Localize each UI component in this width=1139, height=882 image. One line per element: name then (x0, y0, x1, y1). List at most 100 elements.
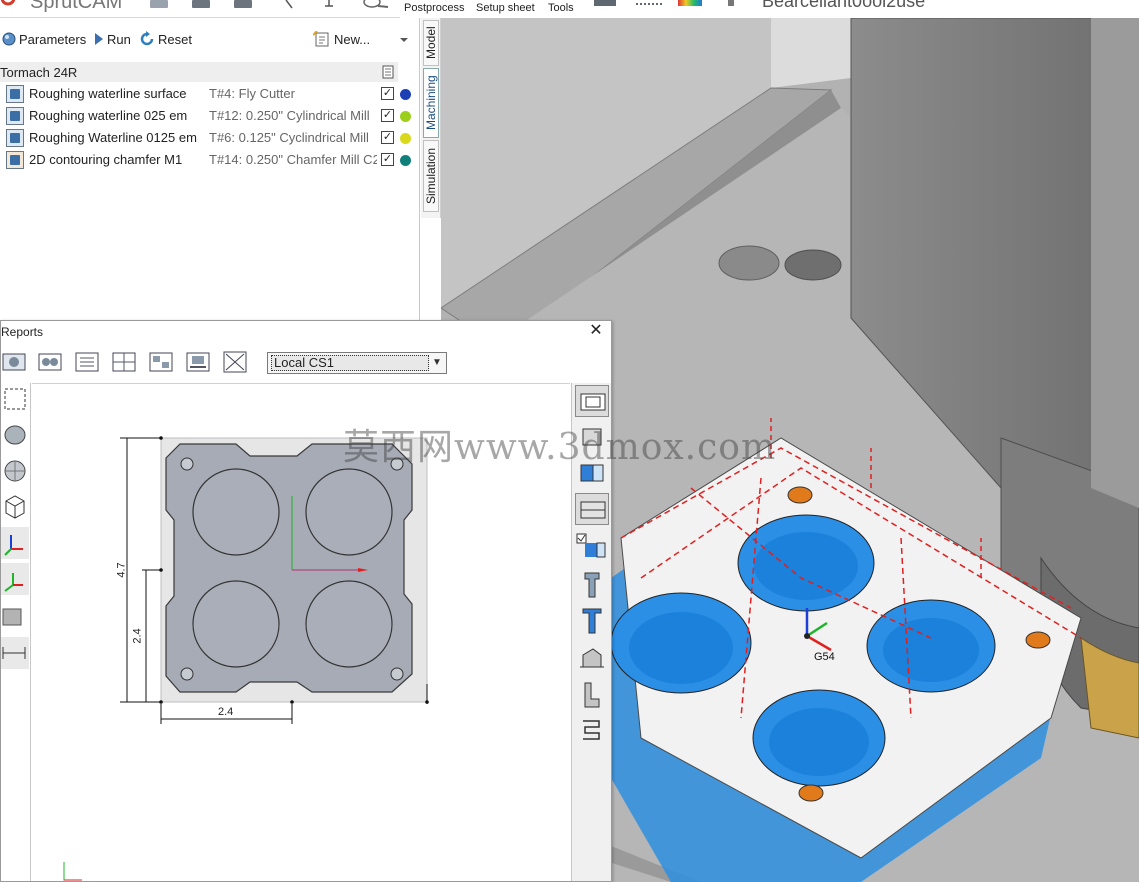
parameters-icon (2, 32, 16, 46)
report-tool-4[interactable] (111, 350, 137, 374)
operation-row[interactable]: 2D contouring chamfer M1 T#14: 0.250" Ch… (0, 149, 416, 171)
operation-color-dot[interactable] (400, 155, 411, 166)
magnify-tool-icon[interactable] (362, 0, 392, 12)
report-tool-3[interactable] (74, 350, 100, 374)
ribbon-icon-4[interactable] (594, 0, 616, 6)
tab-simulation[interactable]: Simulation (423, 140, 439, 212)
report-drawing-canvas[interactable]: 4.7 2.4 2.4 (32, 383, 570, 881)
view-axes-2d-button[interactable] (1, 563, 29, 595)
view-front-button[interactable] (575, 385, 609, 417)
reports-dialog: Reports ✕ Local CS1 ▼ 4.7 2.4 2.4 (0, 320, 612, 882)
right-view-icon (580, 464, 604, 482)
tool-holder-button[interactable] (575, 569, 609, 601)
operation-color-dot[interactable] (400, 111, 411, 122)
operation-row[interactable]: Roughing waterline surface T#4: Fly Cutt… (0, 83, 416, 105)
view-plane-button[interactable] (1, 601, 29, 633)
reset-button[interactable]: Reset (139, 30, 192, 48)
top-view-icon (582, 428, 602, 446)
chevron-down-icon[interactable] (399, 36, 409, 44)
tab-machining[interactable]: Machining (423, 68, 439, 138)
run-button[interactable]: Run (94, 30, 131, 48)
mill-tool-icon (582, 608, 602, 634)
report-tool-6[interactable] (185, 350, 211, 374)
close-button[interactable]: ✕ (587, 323, 605, 341)
view-top-button[interactable] (575, 421, 609, 453)
ribbon-right: Postprocess Setup sheet Tools Bearcellan… (400, 0, 1139, 18)
ribbon-icon-5[interactable] (636, 3, 662, 6)
machine-button[interactable] (575, 643, 609, 675)
clear-icon (223, 351, 247, 373)
operation-checkbox[interactable]: ✓ (381, 153, 394, 166)
coordinate-system-select[interactable]: Local CS1 ▼ (267, 352, 447, 374)
dimension-half-height: 2.4 (131, 628, 144, 644)
dimension-height: 4.7 (115, 562, 128, 578)
fixture-button[interactable] (575, 679, 609, 711)
ribbon-icon-1[interactable] (150, 0, 168, 8)
refresh-icon (140, 31, 154, 46)
tool-holder-icon (584, 572, 600, 598)
fixture-icon (584, 682, 600, 708)
operation-tool: T#4: Fly Cutter (209, 86, 295, 101)
waterline-operation-icon (6, 107, 24, 125)
report-tools-icon (75, 352, 99, 372)
operation-color-dot[interactable] (400, 133, 411, 144)
view-axes-button[interactable] (1, 527, 29, 559)
tab-model[interactable]: Model (423, 20, 439, 66)
ribbon-icon-2[interactable] (192, 0, 210, 8)
tool-mill-button[interactable] (575, 605, 609, 637)
dimension-half-width: 2.4 (218, 706, 234, 718)
operation-checkbox[interactable]: ✓ (381, 131, 394, 144)
coordinate-system-label: G54 (814, 651, 835, 663)
run-label: Run (107, 31, 131, 47)
parameters-button[interactable]: Parameters (2, 30, 86, 48)
tree-root-label: Tormach 24R (0, 64, 78, 80)
view-fit-button[interactable] (1, 383, 29, 415)
report-tool-2[interactable] (37, 350, 63, 374)
operation-row[interactable]: Roughing waterline 025 em T#12: 0.250" C… (0, 105, 416, 127)
probe-tool-icon[interactable] (322, 0, 336, 10)
report-tool-1[interactable] (1, 350, 27, 374)
view-toolbar-right (571, 383, 611, 881)
machine-icon (580, 648, 604, 668)
view-sphere-button[interactable] (1, 455, 29, 487)
report-tool-5[interactable] (148, 350, 174, 374)
ribbon-icon-6[interactable] (678, 0, 702, 6)
cursor-tool-icon[interactable] (284, 0, 298, 10)
document-icon[interactable] (382, 65, 394, 79)
vertical-tabs: Model Machining Simulation (421, 18, 441, 218)
report-print-icon (186, 352, 210, 372)
tree-root-machine[interactable]: Tormach 24R (0, 62, 398, 82)
report-parts-icon (38, 353, 62, 371)
machining-panel: Parameters Run Reset New... Tormach 24R … (0, 18, 420, 320)
ribbon-left: SprutCAM (0, 0, 420, 18)
report-views-icon (149, 352, 173, 372)
waterline-operation-icon (6, 85, 24, 103)
view-shaded-button[interactable] (1, 419, 29, 451)
view-right-button[interactable] (575, 457, 609, 489)
ribbon-setup-sheet[interactable]: Setup sheet (476, 2, 535, 14)
sequence-button[interactable] (575, 715, 609, 747)
front-view-icon (580, 393, 606, 411)
section-view-icon (580, 501, 606, 519)
ribbon-postprocess[interactable]: Postprocess (404, 2, 465, 14)
checked-view-icon (576, 533, 606, 558)
operation-row[interactable]: Roughing Waterline 0125 em T#6: 0.125" C… (0, 127, 416, 149)
new-operation-button[interactable]: New... (313, 30, 370, 48)
ribbon-icon-3[interactable] (234, 0, 252, 8)
operation-tool: T#14: 0.250" Chamfer Mill C2 (209, 152, 377, 167)
plane-icon (2, 608, 22, 626)
parameters-label: Parameters (19, 31, 87, 47)
operation-color-dot[interactable] (400, 89, 411, 100)
view-section-button[interactable] (575, 493, 609, 525)
ribbon-tools[interactable]: Tools (548, 2, 574, 14)
view-checked-button[interactable] (575, 531, 609, 563)
operation-checkbox[interactable]: ✓ (381, 109, 394, 122)
view-dimension-button[interactable] (1, 637, 29, 669)
operations-toolbar: Parameters Run Reset New... (0, 26, 416, 52)
waterline-operation-icon (6, 129, 24, 147)
ribbon-icon-7[interactable] (728, 0, 734, 6)
view-wireframe-button[interactable] (1, 491, 29, 523)
report-tool-clear[interactable] (222, 350, 248, 374)
contouring-operation-icon (6, 151, 24, 169)
operation-checkbox[interactable]: ✓ (381, 87, 394, 100)
